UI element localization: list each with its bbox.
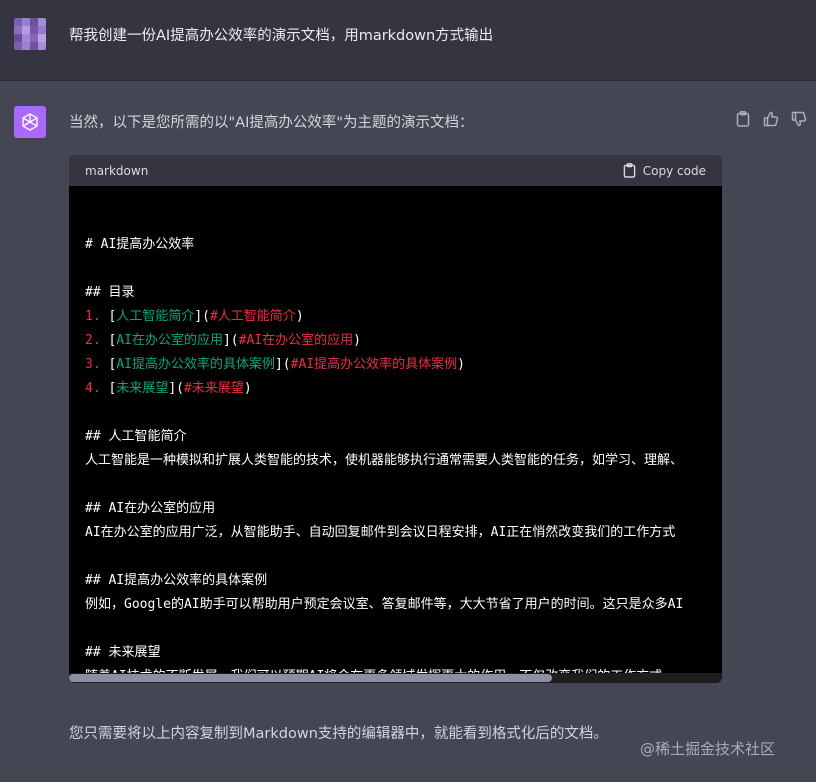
section-heading: ## 未来展望 xyxy=(85,645,161,660)
thumbs-down-icon xyxy=(791,111,807,127)
user-message-row: 帮我创建一份AI提高办公效率的演示文档，用markdown方式输出 xyxy=(0,0,816,81)
copy-message-button[interactable] xyxy=(733,110,753,128)
assistant-avatar xyxy=(14,106,46,138)
assistant-outro-text: 您只需要将以上内容复制到Markdown支持的编辑器中，就能看到格式化后的文档。 xyxy=(69,726,608,742)
section-heading: ## AI在办公室的应用 xyxy=(85,501,216,516)
section-heading: ## 人工智能简介 xyxy=(85,429,187,444)
thumbs-down-button[interactable] xyxy=(789,110,809,128)
code-block: markdown Copy code # AI提高办公效率 ## 目录 1. [… xyxy=(69,155,722,683)
watermark: @稀土掘金技术社区 xyxy=(640,740,776,758)
code-toc-heading: ## 目录 xyxy=(85,285,135,300)
section-heading: ## AI提高办公效率的具体案例 xyxy=(85,573,268,588)
toc-item: 2. [AI在办公室的应用](#AI在办公室的应用) xyxy=(85,333,361,348)
code-language-label: markdown xyxy=(85,163,149,178)
openai-logo-icon xyxy=(22,113,38,131)
message-actions xyxy=(733,110,809,128)
section-body: AI在办公室的应用广泛，从智能助手、自动回复邮件到会议日程安排，AI正在悄然改变… xyxy=(85,525,676,540)
section-body: 例如，Google的AI助手可以帮助用户预定会议室、答复邮件等，大大节省了用户的… xyxy=(85,597,684,612)
code-h1: # AI提高办公效率 xyxy=(85,237,195,252)
thumbs-up-button[interactable] xyxy=(761,110,781,128)
clipboard-icon xyxy=(623,163,636,178)
user-message-text: 帮我创建一份AI提高办公效率的演示文档，用markdown方式输出 xyxy=(69,28,494,44)
thumbs-up-icon xyxy=(763,111,779,127)
section-body: 人工智能是一种模拟和扩展人类智能的技术，使机器能够执行通常需要人类智能的任务，如… xyxy=(85,453,684,468)
user-avatar xyxy=(14,18,46,50)
horizontal-scrollbar[interactable] xyxy=(69,673,722,683)
code-body: # AI提高办公效率 ## 目录 1. [人工智能简介](#人工智能简介) 2.… xyxy=(69,186,722,683)
assistant-intro-text: 当然，以下是您所需的以"AI提高办公效率"为主题的演示文档： xyxy=(69,115,474,131)
scrollbar-thumb[interactable] xyxy=(69,674,553,682)
code-header: markdown Copy code xyxy=(69,155,722,186)
copy-code-button[interactable]: Copy code xyxy=(623,163,706,178)
clipboard-icon xyxy=(736,111,750,127)
toc-item: 3. [AI提高办公效率的具体案例](#AI提高办公效率的具体案例) xyxy=(85,357,465,372)
copy-code-label: Copy code xyxy=(642,163,706,178)
toc-item: 1. [人工智能简介](#人工智能简介) xyxy=(85,309,304,324)
toc-item: 4. [未来展望](#未来展望) xyxy=(85,381,252,396)
